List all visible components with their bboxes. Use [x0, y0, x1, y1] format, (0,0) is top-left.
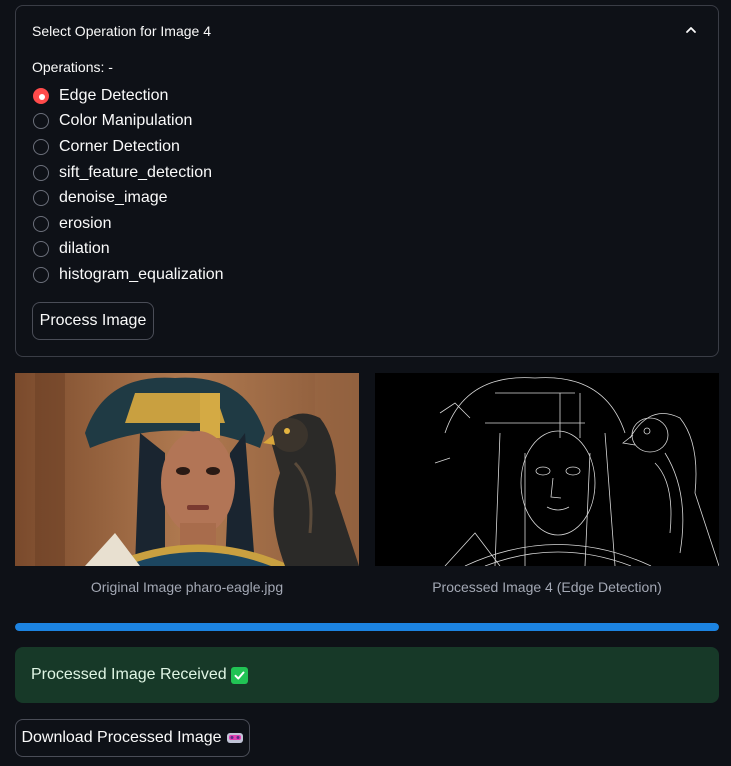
radio-option-denoise-image[interactable]: denoise_image [33, 185, 224, 211]
progress-fill [15, 623, 719, 631]
expander-header[interactable]: Select Operation for Image 4 [16, 6, 718, 56]
radio-button[interactable] [33, 190, 49, 207]
radio-label: denoise_image [59, 189, 168, 207]
radio-label: histogram_equalization [59, 265, 224, 283]
operations-radio-group: Edge Detection Color Manipulation Corner… [33, 83, 224, 288]
radio-label: sift_feature_detection [59, 163, 212, 181]
vr-headset-icon [226, 733, 243, 743]
expander-title: Select Operation for Image 4 [32, 23, 211, 39]
radio-button[interactable] [33, 138, 49, 155]
processed-image-caption: Processed Image 4 (Edge Detection) [432, 579, 662, 595]
alert-text: Processed Image Received [31, 666, 227, 683]
radio-button[interactable] [33, 241, 49, 258]
original-image-caption: Original Image pharo-eagle.jpg [90, 579, 284, 595]
chevron-up-icon[interactable] [684, 23, 698, 37]
radio-option-histogram-equalization[interactable]: histogram_equalization [33, 262, 224, 288]
download-processed-image-button[interactable]: Download Processed Image [15, 719, 250, 757]
radio-label: erosion [59, 214, 112, 232]
original-image [15, 373, 359, 566]
operation-expander: Select Operation for Image 4 Operations:… [15, 5, 719, 357]
radio-button[interactable] [33, 164, 49, 181]
radio-button[interactable] [33, 215, 49, 232]
process-image-button[interactable]: Process Image [32, 302, 154, 340]
radio-option-corner-detection[interactable]: Corner Detection [33, 134, 224, 160]
success-alert: Processed Image Received [15, 647, 719, 703]
check-mark-button-icon [230, 666, 248, 684]
radio-option-edge-detection[interactable]: Edge Detection [33, 83, 224, 109]
radio-option-sift-feature-detection[interactable]: sift_feature_detection [33, 160, 224, 186]
processed-image [375, 373, 719, 566]
radio-label: dilation [59, 240, 110, 258]
radio-option-erosion[interactable]: erosion [33, 211, 224, 237]
download-button-label: Download Processed Image [21, 729, 222, 746]
radio-button[interactable] [33, 87, 49, 104]
operations-label: Operations: - [32, 59, 113, 75]
radio-option-color-manipulation[interactable]: Color Manipulation [33, 109, 224, 135]
radio-label: Color Manipulation [59, 112, 193, 130]
radio-option-dilation[interactable]: dilation [33, 237, 224, 263]
radio-button[interactable] [33, 266, 49, 283]
radio-label: Edge Detection [59, 86, 169, 104]
progress-bar [15, 623, 719, 631]
radio-button[interactable] [33, 113, 49, 130]
radio-label: Corner Detection [59, 137, 180, 155]
